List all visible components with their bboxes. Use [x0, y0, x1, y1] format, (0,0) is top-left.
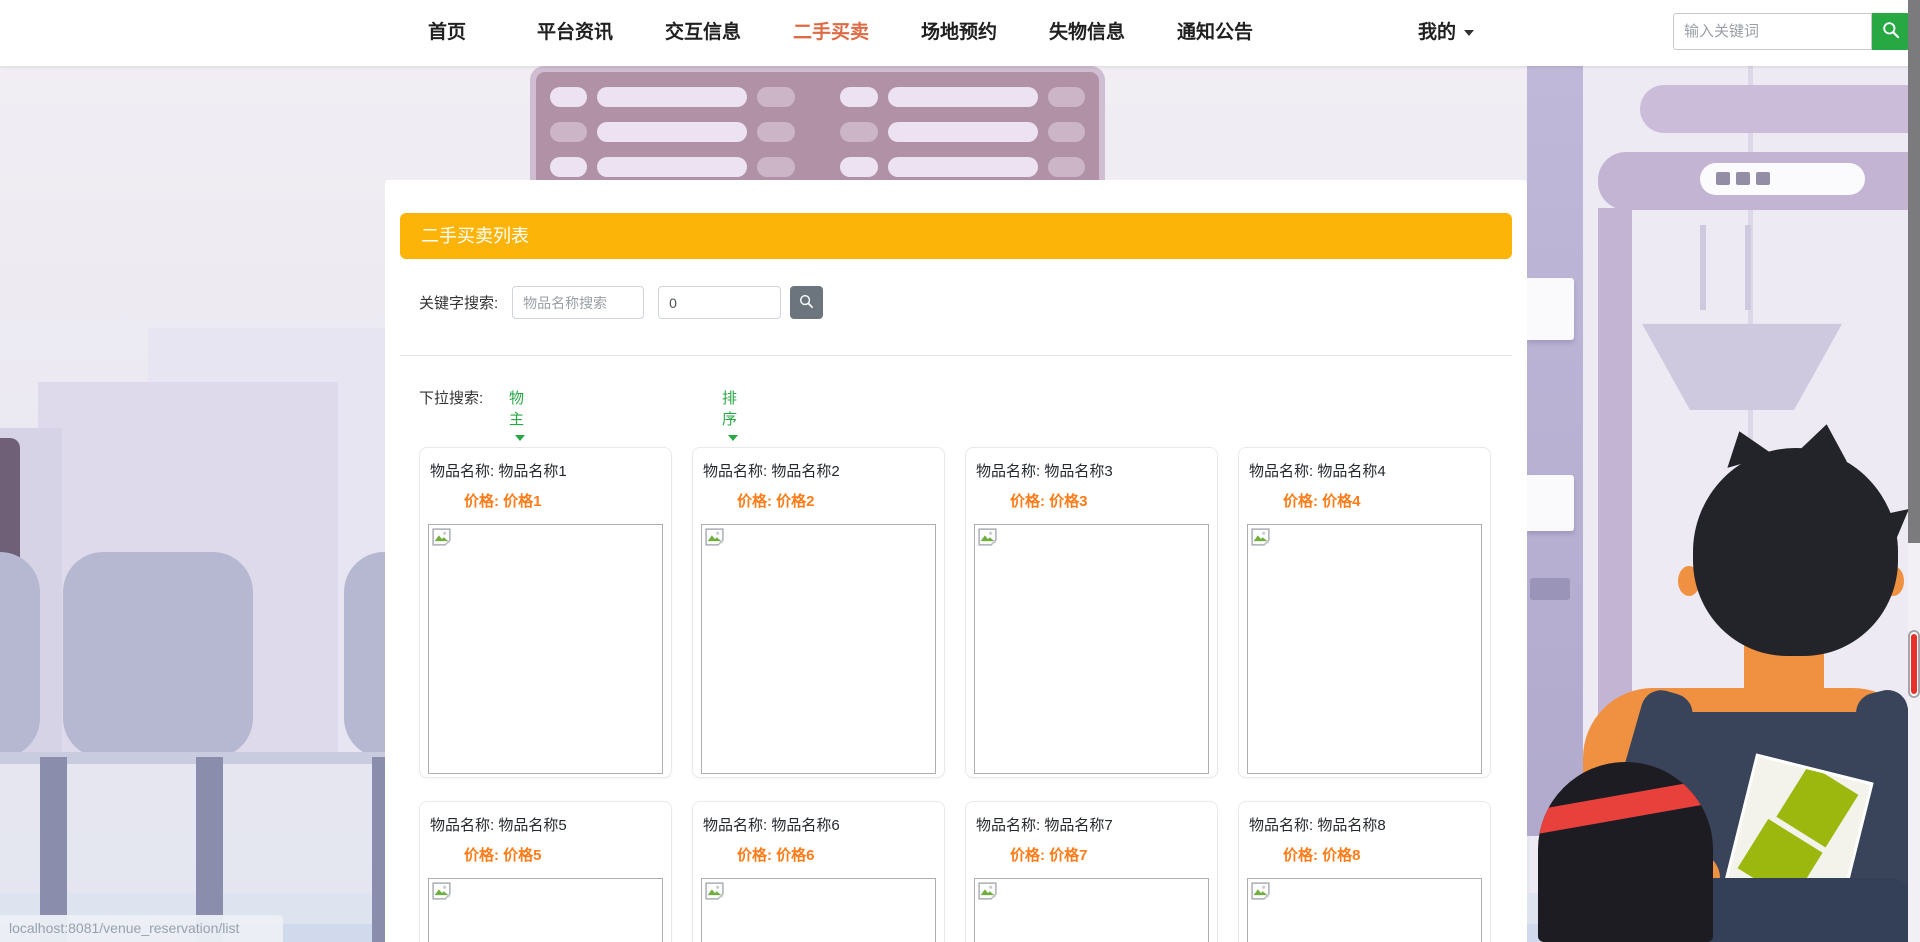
- backpack-pocket: [1688, 878, 1914, 942]
- status-url-text: localhost:8081/venue_reservation/list: [9, 920, 239, 936]
- broken-image-icon: [431, 527, 452, 553]
- broken-image-icon: [1250, 881, 1271, 907]
- broken-image-icon: [704, 881, 725, 907]
- item-card-grid: 物品名称: 物品名称1 价格: 价格1 物品名称: 物品名称2 价格: 价格2 …: [419, 447, 1491, 942]
- item-image-placeholder: [428, 878, 663, 942]
- keyword-search-label: 关键字搜索:: [419, 292, 498, 313]
- airport-seat: [0, 552, 40, 758]
- item-name: 物品名称: 物品名称2: [703, 460, 934, 481]
- keyword-search-button[interactable]: [790, 286, 823, 319]
- item-image-placeholder: [1247, 524, 1482, 774]
- chevron-down-icon: [728, 435, 738, 441]
- nav-item-lost-found[interactable]: 失物信息: [1023, 0, 1151, 66]
- kiosk-screen: [1527, 278, 1574, 340]
- item-name: 物品名称: 物品名称1: [430, 460, 661, 481]
- owner-dropdown[interactable]: 物主: [509, 387, 525, 446]
- dropdown-search-row: 下拉搜索: 物主 排序: [419, 387, 483, 411]
- item-image-placeholder: [974, 524, 1209, 774]
- kiosk-screen: [1527, 475, 1574, 531]
- item-price: 价格: 价格6: [737, 844, 944, 865]
- item-name-search-input[interactable]: [512, 286, 644, 319]
- broken-image-icon: [977, 527, 998, 553]
- search-icon: [1881, 20, 1901, 43]
- traveler-head: [1693, 448, 1898, 656]
- item-card[interactable]: 物品名称: 物品名称6 价格: 价格6: [692, 801, 945, 942]
- section-divider: [400, 355, 1512, 356]
- panel-title: 二手买卖列表: [421, 226, 529, 246]
- bg-gate-top: [1640, 85, 1920, 133]
- nav-item-venue-reservation[interactable]: 场地预约: [895, 0, 1023, 66]
- chevron-down-icon: [515, 435, 525, 441]
- item-image-placeholder: [701, 878, 936, 942]
- item-card[interactable]: 物品名称: 物品名称2 价格: 价格2: [692, 447, 945, 778]
- dropdown-search-label: 下拉搜索:: [419, 390, 483, 407]
- item-card[interactable]: 物品名称: 物品名称3 价格: 价格3: [965, 447, 1218, 778]
- item-card[interactable]: 物品名称: 物品名称4 价格: 价格4: [1238, 447, 1491, 778]
- item-card[interactable]: 物品名称: 物品名称5 价格: 价格5: [419, 801, 672, 942]
- item-card[interactable]: 物品名称: 物品名称8 价格: 价格8: [1238, 801, 1491, 942]
- item-image-placeholder: [1247, 878, 1482, 942]
- item-name: 物品名称: 物品名称7: [976, 814, 1207, 835]
- airport-seat: [63, 552, 253, 758]
- item-price: 价格: 价格2: [737, 490, 944, 511]
- bg-gate-sign: [1700, 163, 1865, 195]
- scrollbar-marker: [1908, 630, 1920, 698]
- price-search-input[interactable]: [658, 286, 781, 319]
- broken-image-icon: [977, 881, 998, 907]
- bg-kiosk-pillar: [1527, 66, 1583, 836]
- keyword-search-row: 关键字搜索:: [419, 286, 823, 319]
- item-price: 价格: 价格4: [1283, 490, 1490, 511]
- nav-my-label: 我的: [1418, 22, 1456, 43]
- chevron-down-icon: [1464, 30, 1474, 36]
- bg-mast: [1700, 225, 1706, 310]
- item-card[interactable]: 物品名称: 物品名称7 价格: 价格7: [965, 801, 1218, 942]
- nav-item-announcements[interactable]: 通知公告: [1151, 0, 1279, 66]
- secondhand-list-panel: 二手买卖列表 关键字搜索: 下拉搜索: 物主 排序: [385, 180, 1527, 942]
- page: 首页 平台资讯 交互信息 二手买卖 场地预约 失物信息 通知公告 我的 二手买卖…: [0, 0, 1920, 942]
- broken-image-icon: [704, 527, 725, 553]
- item-image-placeholder: [701, 524, 936, 774]
- item-price: 价格: 价格8: [1283, 844, 1490, 865]
- item-name: 物品名称: 物品名称4: [1249, 460, 1480, 481]
- black-bag: [1538, 762, 1713, 942]
- nav-item-secondhand-trade[interactable]: 二手买卖: [767, 0, 895, 66]
- item-name: 物品名称: 物品名称3: [976, 460, 1207, 481]
- item-name: 物品名称: 物品名称5: [430, 814, 661, 835]
- nav-item-platform-news[interactable]: 平台资讯: [511, 0, 639, 66]
- item-card[interactable]: 物品名称: 物品名称1 价格: 价格1: [419, 447, 672, 778]
- panel-title-bar: 二手买卖列表: [400, 213, 1512, 259]
- item-price: 价格: 价格1: [464, 490, 671, 511]
- broken-image-icon: [431, 881, 452, 907]
- scrollbar-thumb[interactable]: [1908, 0, 1920, 543]
- kiosk-slot: [1530, 578, 1570, 600]
- item-image-placeholder: [428, 524, 663, 774]
- item-image-placeholder: [974, 878, 1209, 942]
- top-navbar: 首页 平台资讯 交互信息 二手买卖 场地预约 失物信息 通知公告 我的: [0, 0, 1920, 66]
- sort-dropdown[interactable]: 排序: [722, 387, 738, 446]
- nav-my-dropdown[interactable]: 我的: [1418, 0, 1474, 66]
- bg-mast: [1745, 225, 1751, 310]
- nav-item-interaction-info[interactable]: 交互信息: [639, 0, 767, 66]
- nav-search-button[interactable]: [1872, 13, 1910, 50]
- item-price: 价格: 价格3: [1010, 490, 1217, 511]
- nav-item-home[interactable]: 首页: [383, 0, 511, 66]
- status-url-tooltip: localhost:8081/venue_reservation/list: [0, 915, 283, 942]
- item-name: 物品名称: 物品名称6: [703, 814, 934, 835]
- item-price: 价格: 价格5: [464, 844, 671, 865]
- item-name: 物品名称: 物品名称8: [1249, 814, 1480, 835]
- nav-menu: 首页 平台资讯 交互信息 二手买卖 场地预约 失物信息 通知公告: [383, 0, 1279, 66]
- nav-search-input[interactable]: [1673, 13, 1872, 50]
- item-price: 价格: 价格7: [1010, 844, 1217, 865]
- scrollbar[interactable]: [1908, 0, 1920, 942]
- search-icon: [798, 293, 815, 313]
- broken-image-icon: [1250, 527, 1271, 553]
